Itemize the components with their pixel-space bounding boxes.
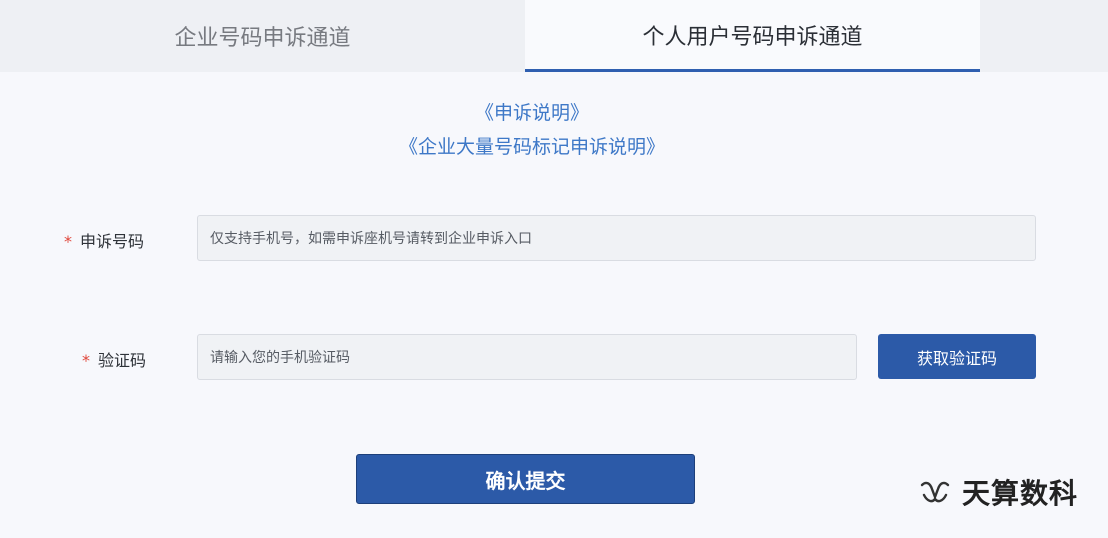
phone-label-text: 申诉号码 xyxy=(80,232,145,251)
appeal-notes-link[interactable]: 《申诉说明》 xyxy=(0,96,1064,130)
get-code-button[interactable]: 获取验证码 xyxy=(878,334,1036,379)
submit-button[interactable]: 确认提交 xyxy=(356,454,695,504)
tab-bar: 企业号码申诉通道 个人用户号码申诉通道 xyxy=(0,0,1108,72)
phone-input-placeholder: 仅支持手机号，如需申诉座机号请转到企业申诉入口 xyxy=(210,231,532,247)
code-label-text: 验证码 xyxy=(98,351,147,370)
watermark: 天算数科 xyxy=(918,472,1078,512)
notes-links: 《申诉说明》 《企业大量号码标记申诉说明》 xyxy=(0,96,1064,164)
code-field-label: * 验证码 xyxy=(82,347,146,371)
enterprise-notes-link[interactable]: 《企业大量号码标记申诉说明》 xyxy=(0,130,1064,164)
tab-enterprise-appeal[interactable]: 企业号码申诉通道 xyxy=(0,0,525,72)
get-code-label: 获取验证码 xyxy=(916,348,997,368)
code-input[interactable]: 请输入您的手机验证码 xyxy=(197,334,857,380)
code-input-placeholder: 请输入您的手机验证码 xyxy=(210,350,350,366)
required-mark: * xyxy=(64,232,72,251)
watermark-text: 天算数科 xyxy=(962,477,1079,510)
required-mark: * xyxy=(82,351,90,370)
submit-label: 确认提交 xyxy=(485,468,566,493)
phone-input[interactable]: 仅支持手机号，如需申诉座机号请转到企业申诉入口 xyxy=(197,215,1036,261)
wechat-channel-icon xyxy=(920,481,950,503)
tab-personal-appeal[interactable]: 个人用户号码申诉通道 xyxy=(525,0,980,72)
tab-personal-label: 个人用户号码申诉通道 xyxy=(642,24,863,50)
appeal-page: 企业号码申诉通道 个人用户号码申诉通道 《申诉说明》 《企业大量号码标记申诉说明… xyxy=(0,0,1108,538)
phone-field-label: * 申诉号码 xyxy=(64,228,144,252)
tab-enterprise-label: 企业号码申诉通道 xyxy=(174,26,351,51)
